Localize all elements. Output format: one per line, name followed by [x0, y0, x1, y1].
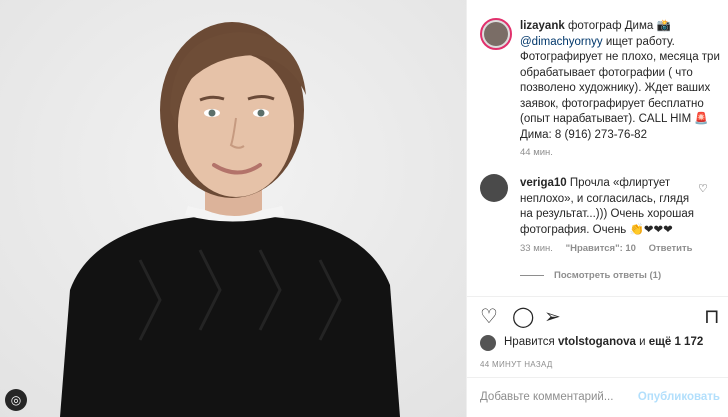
bookmark-icon[interactable]: ⊓ [704, 306, 720, 328]
liker-avatar[interactable] [480, 335, 496, 351]
comment-time: 33 мин. [520, 243, 553, 254]
caption-text-3: Дима: 8 (916) 273-76-82 [520, 128, 647, 141]
comment-emojis: 👏❤❤❤ [629, 223, 673, 236]
comment-icon[interactable]: ◯ [512, 306, 534, 328]
likes-text: Нравится vtolstoganova и ещё 1 172 [504, 336, 703, 348]
siren-emoji: 🚨 [694, 113, 709, 125]
replies-line [520, 274, 544, 276]
commenter-avatar[interactable] [480, 174, 508, 202]
action-bar: ♡ ◯ ➢ ⊓ [480, 306, 720, 330]
likes-prefix: Нравится [504, 336, 555, 348]
view-replies-label: Посмотреть ответы (1) [554, 270, 662, 281]
post-photo[interactable]: ◎ [0, 0, 466, 417]
liker-username[interactable]: vtolstoganova [558, 336, 636, 348]
comment-meta: 33 мин. "Нравится": 10 Ответить [520, 243, 692, 254]
post-side-panel: lizayank фотограф Дима 📸 @dimachyornyy и… [466, 0, 728, 417]
post-caption: lizayank фотограф Дима 📸 @dimachyornyy и… [520, 19, 720, 143]
likes-more[interactable]: ещё 1 172 [649, 336, 703, 348]
comment-input[interactable]: Добавьте комментарий... [480, 391, 613, 403]
post-time: 44 мин. [520, 147, 553, 158]
portrait-illustration [0, 0, 466, 417]
comment: veriga10 Прочла «флиртует неплохо», и со… [520, 176, 700, 238]
divider [467, 377, 728, 378]
divider [467, 296, 728, 297]
author-username[interactable]: lizayank [520, 20, 565, 32]
camera-emoji: 📸 [656, 20, 671, 32]
caption-text-2: ищет работу. Фотографирует не плохо, мес… [520, 35, 720, 126]
view-replies[interactable]: Посмотреть ответы (1) [520, 270, 661, 281]
commenter-username[interactable]: veriga10 [520, 177, 567, 189]
caption-text-1: фотограф Дима [567, 20, 654, 32]
publish-button[interactable]: Опубликовать [638, 391, 720, 403]
author-avatar[interactable] [480, 18, 512, 50]
reply-button[interactable]: Ответить [649, 243, 693, 254]
comment-like-heart-icon[interactable]: ♡ [698, 182, 708, 195]
heart-icon[interactable]: ♡ [480, 306, 498, 328]
comment-likes[interactable]: "Нравится": 10 [566, 243, 636, 254]
share-icon[interactable]: ➢ [544, 306, 561, 328]
mention-link[interactable]: @dimachyornyy [520, 36, 603, 48]
instagram-icon[interactable]: ◎ [5, 389, 27, 411]
post-date[interactable]: 44 МИНУТ НАЗАД [480, 360, 553, 369]
likes-and: и [639, 336, 646, 348]
